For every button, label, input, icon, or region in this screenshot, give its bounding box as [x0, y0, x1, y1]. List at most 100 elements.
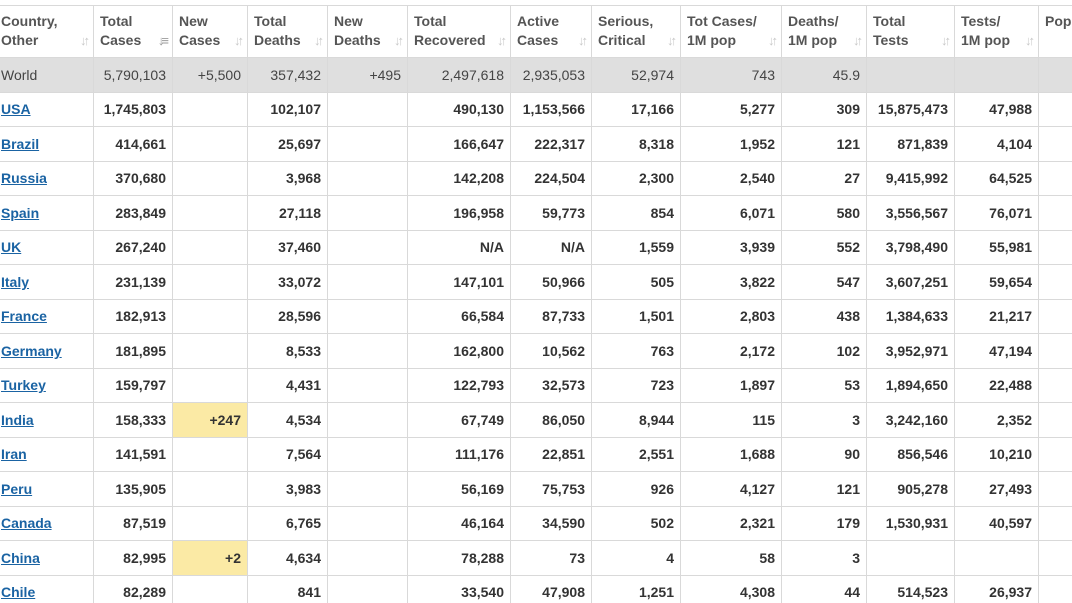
sort-icon[interactable]: ↓↑ — [667, 31, 677, 50]
country-link[interactable]: Turkey — [1, 377, 46, 393]
cell-deaths-per-1m: 45.9 — [781, 57, 867, 93]
cell-serious-critical: 8,944 — [591, 402, 681, 438]
cell-country: China — [0, 540, 94, 576]
country-link[interactable]: China — [1, 550, 40, 566]
col-header-population[interactable]: Population — [1038, 5, 1072, 58]
cell-cases-per-1m: 58 — [680, 540, 782, 576]
cell-cases-per-1m: 1,952 — [680, 126, 782, 162]
table-row: Iran 141,591 7,564 111,176 22,851 2,551 1,688 9… — [0, 436, 1072, 472]
cell-population: 19,100,847 — [1038, 574, 1072, 603]
sort-icon[interactable]: ↓↑ — [1025, 31, 1035, 50]
cell-country: World — [0, 57, 94, 93]
cell-total-cases: 1,745,803 — [93, 91, 173, 127]
table-row: Germany 181,895 8,533 162,800 10,562 763 2,172… — [0, 333, 1072, 369]
cell-cases-per-1m: 2,540 — [680, 160, 782, 196]
cell-total-recovered: 2,497,618 — [407, 57, 511, 93]
stats-table-view: Country, Other ↓↑ Total Cases ↓≡ New Cases ↓↑ Tot… — [0, 0, 1072, 603]
cell-serious-critical: 723 — [591, 367, 681, 403]
col-header-cases-per-1m[interactable]: Tot Cases/1M pop ↓↑ — [680, 5, 782, 58]
cell-total-tests — [866, 540, 955, 576]
cell-country: France — [0, 298, 94, 334]
cell-deaths-per-1m: 90 — [781, 436, 867, 472]
cell-total-tests: 1,384,633 — [866, 298, 955, 334]
country-link[interactable]: Iran — [1, 446, 27, 462]
col-header-new-deaths[interactable]: New Deaths ↓↑ — [327, 5, 408, 58]
cell-tests-per-1m: 22,488 — [954, 367, 1039, 403]
cell-population: 67,853,574 — [1038, 229, 1072, 265]
cell-new-deaths — [327, 264, 408, 300]
country-link[interactable]: Brazil — [1, 136, 39, 152]
cell-total-recovered: 46,164 — [407, 505, 511, 541]
cell-total-tests: 871,839 — [866, 126, 955, 162]
cell-population: 83,760,290 — [1038, 333, 1072, 369]
cell-deaths-per-1m: 179 — [781, 505, 867, 541]
cell-deaths-per-1m: 27 — [781, 160, 867, 196]
cell-cases-per-1m: 6,071 — [680, 195, 782, 231]
cell-population: 65,261,140 — [1038, 298, 1072, 334]
cell-tests-per-1m: 59,654 — [954, 264, 1039, 300]
country-link[interactable]: Russia — [1, 170, 47, 186]
country-link[interactable]: France — [1, 308, 47, 324]
cell-total-deaths: 28,596 — [247, 298, 328, 334]
sort-icon[interactable]: ↓↑ — [314, 31, 324, 50]
country-link[interactable]: USA — [1, 101, 31, 117]
cell-serious-critical: 505 — [591, 264, 681, 300]
table-row: Chile 82,289 841 33,540 47,908 1,251 4,308 44 51… — [0, 574, 1072, 603]
cell-tests-per-1m: 47,988 — [954, 91, 1039, 127]
cell-new-cases: +247 — [172, 402, 248, 438]
sort-icon[interactable]: ↓≡ — [158, 31, 169, 50]
col-header-serious-critical[interactable]: Serious, Critical ↓↑ — [591, 5, 681, 58]
header-row: Country, Other ↓↑ Total Cases ↓≡ New Cases ↓↑ Tot… — [0, 5, 1072, 58]
cell-total-tests: 514,523 — [866, 574, 955, 603]
table-row: Spain 283,849 27,118 196,958 59,773 854 6,071 5… — [0, 195, 1072, 231]
sort-icon[interactable]: ↓↑ — [80, 31, 90, 50]
col-header-country[interactable]: Country, Other ↓↑ — [0, 5, 94, 58]
col-header-active-cases[interactable]: Active Cases ↓↑ — [510, 5, 592, 58]
country-link[interactable]: Germany — [1, 343, 62, 359]
country-link[interactable]: Chile — [1, 584, 35, 600]
cell-cases-per-1m: 2,321 — [680, 505, 782, 541]
country-link[interactable]: UK — [1, 239, 21, 255]
cell-active-cases: 1,153,566 — [510, 91, 592, 127]
col-header-deaths-per-1m[interactable]: Deaths/1M pop ↓↑ — [781, 5, 867, 58]
col-header-tests-per-1m[interactable]: Tests/1M pop ↓↑ — [954, 5, 1039, 58]
cell-active-cases: 50,966 — [510, 264, 592, 300]
col-header-new-cases[interactable]: New Cases ↓↑ — [172, 5, 248, 58]
sort-icon[interactable]: ↓↑ — [768, 31, 778, 50]
cell-new-deaths — [327, 574, 408, 603]
cell-new-deaths: +495 — [327, 57, 408, 93]
cell-total-cases: 5,790,103 — [93, 57, 173, 93]
cell-total-deaths: 841 — [247, 574, 328, 603]
sort-icon[interactable]: ↓↑ — [941, 31, 951, 50]
country-link[interactable]: Italy — [1, 274, 29, 290]
sort-icon[interactable]: ↓↑ — [394, 31, 404, 50]
cell-total-cases: 267,240 — [93, 229, 173, 265]
cell-country: Turkey — [0, 367, 94, 403]
cell-new-deaths — [327, 505, 408, 541]
country-link[interactable]: Spain — [1, 205, 39, 221]
header-label-line2: Deaths — [334, 32, 381, 48]
col-header-total-recovered[interactable]: Total Recovered ↓↑ — [407, 5, 511, 58]
sort-icon[interactable]: ↓↑ — [578, 31, 588, 50]
cell-total-cases: 283,849 — [93, 195, 173, 231]
cell-active-cases: 222,317 — [510, 126, 592, 162]
cell-serious-critical: 763 — [591, 333, 681, 369]
cell-serious-critical: 4 — [591, 540, 681, 576]
col-header-total-tests[interactable]: Total Tests ↓↑ — [866, 5, 955, 58]
cell-population: 46,752,916 — [1038, 195, 1072, 231]
col-header-total-cases[interactable]: Total Cases ↓≡ — [93, 5, 173, 58]
sort-icon[interactable]: ↓↑ — [497, 31, 507, 50]
cell-deaths-per-1m: 102 — [781, 333, 867, 369]
cell-serious-critical: 1,251 — [591, 574, 681, 603]
cell-cases-per-1m: 3,822 — [680, 264, 782, 300]
country-link[interactable]: Canada — [1, 515, 52, 531]
sort-icon[interactable]: ↓↑ — [853, 31, 863, 50]
country-link[interactable]: India — [1, 412, 34, 428]
table-row: USA 1,745,803 102,107 490,130 1,153,566 17,16… — [0, 91, 1072, 127]
header-label-line2: Other — [1, 32, 39, 48]
col-header-total-deaths[interactable]: Total Deaths ↓↑ — [247, 5, 328, 58]
cell-total-tests: 3,242,160 — [866, 402, 955, 438]
country-link[interactable]: Peru — [1, 481, 32, 497]
sort-icon[interactable]: ↓↑ — [234, 31, 244, 50]
cell-country: Russia — [0, 160, 94, 196]
